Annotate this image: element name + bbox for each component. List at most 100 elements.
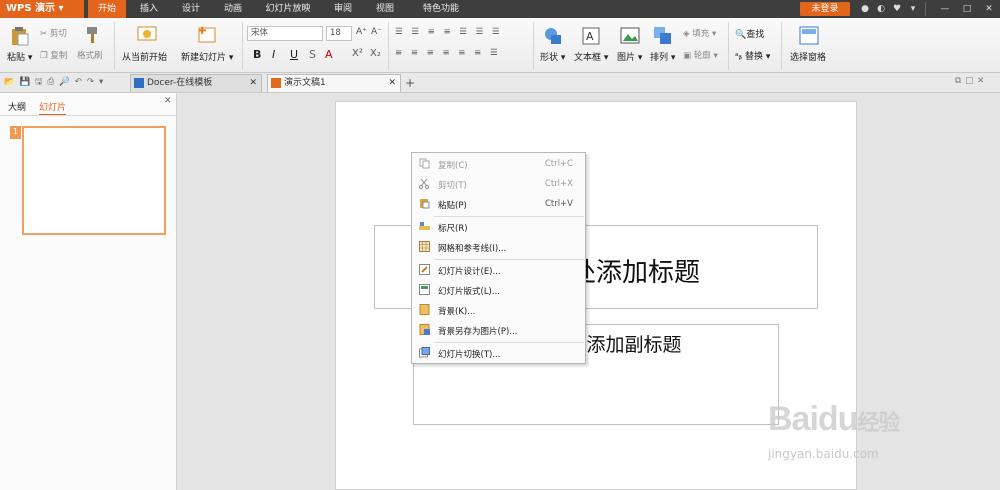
ribbon-separator — [242, 22, 243, 70]
ribbon-separator — [114, 22, 115, 70]
watermark-url: jingyan.baidu.com — [768, 447, 879, 461]
shadow-icon[interactable]: S — [309, 48, 316, 61]
slide-design-icon — [419, 264, 430, 275]
underline-icon[interactable]: U — [290, 48, 298, 61]
ribbon-separator — [388, 22, 389, 70]
help-icon[interactable]: ● — [860, 4, 870, 14]
watermark-logo: Baidu经验 — [768, 400, 900, 438]
menu-item-copy[interactable]: 复制(C) Ctrl+C — [412, 154, 585, 174]
login-button[interactable]: 未登录 — [800, 2, 850, 16]
menu-item-slide-transition[interactable]: 幻灯片切换(T)... — [412, 343, 585, 363]
tab-design[interactable]: 设计 — [172, 0, 210, 18]
app-menu-button[interactable]: WPS 演示 ▾ — [0, 0, 84, 18]
textbox-icon[interactable]: A — [582, 26, 600, 46]
font-color-icon[interactable]: A — [325, 48, 333, 61]
presentation-file-icon — [271, 78, 281, 88]
background-icon — [419, 304, 430, 315]
tab-animation[interactable]: 动画 — [214, 0, 252, 18]
app-name: WPS 演示 — [6, 3, 56, 14]
italic-icon[interactable]: I — [272, 48, 275, 61]
menu-item-cut[interactable]: 剪切(T) Ctrl+X — [412, 174, 585, 194]
subscript-icon[interactable]: X₂ — [370, 48, 381, 59]
menu-item-slide-layout[interactable]: 幻灯片版式(L)... — [412, 280, 585, 300]
copy-button[interactable]: ❐ 复制 — [40, 49, 67, 61]
picture-icon[interactable] — [620, 26, 640, 46]
shape-button[interactable]: 形状 ▾ — [540, 50, 565, 63]
ribbon-separator — [781, 22, 782, 70]
feedback-icon[interactable]: ◐ — [876, 4, 886, 14]
tab-insert[interactable]: 插入 — [130, 0, 168, 18]
paste-button[interactable]: 粘贴 ▾ — [7, 50, 32, 63]
selection-pane-button[interactable]: 选择窗格 — [790, 50, 826, 63]
title-divider — [925, 2, 926, 16]
doc-tab-docer[interactable]: Docer-在线模板 ✕ — [130, 74, 262, 92]
grid-icon — [419, 241, 430, 252]
selection-pane-icon[interactable] — [799, 26, 819, 46]
format-painter-icon[interactable] — [84, 26, 100, 44]
tab-outline[interactable]: 大纲 — [8, 100, 26, 113]
font-family-select[interactable]: 宋体 — [247, 26, 323, 41]
grow-font-icon[interactable]: A⁺ — [356, 27, 367, 37]
cut-button[interactable]: ✂ 剪切 — [40, 27, 67, 39]
menu-item-slide-design[interactable]: 幻灯片设计(E)... — [412, 260, 585, 280]
quick-access-icons[interactable]: 📂💾🖫⎙🔎↶↷▾ — [4, 76, 108, 90]
slide-layout-icon — [419, 284, 430, 295]
ribbon-separator — [728, 22, 729, 70]
paragraph-list-icons[interactable]: ☰ ☰ ≡ ≡ ☰ ☰ ☰ — [395, 27, 503, 37]
new-tab-button[interactable]: + — [405, 76, 415, 90]
close-pane-icon[interactable]: ✕ — [164, 96, 172, 106]
new-slide-icon[interactable]: ✚ — [197, 25, 219, 45]
menu-item-save-bg-image[interactable]: 背景另存为图片(P)... — [412, 320, 585, 340]
shape-icon[interactable] — [543, 26, 563, 46]
fill-button[interactable]: ◈ 填充 ▾ — [683, 27, 716, 39]
tab-slideshow[interactable]: 幻灯片放映 — [256, 0, 320, 18]
arrange-icon[interactable] — [653, 26, 673, 46]
outline-button[interactable]: ▣ 轮廓 ▾ — [683, 49, 718, 61]
find-button[interactable]: 🔍查找 — [735, 27, 764, 40]
copy-icon — [419, 158, 430, 169]
menu-item-background[interactable]: 背景(K)... — [412, 300, 585, 320]
paste-icon — [420, 199, 430, 209]
menu-item-grid[interactable]: 网格和参考线(I)... — [412, 237, 585, 257]
superscript-icon[interactable]: X² — [352, 48, 363, 59]
ribbon-separator — [533, 22, 534, 70]
play-from-current-button[interactable]: 从当前开始 — [122, 50, 167, 63]
close-tab-icon[interactable]: ✕ — [249, 75, 257, 92]
replace-button[interactable]: ᵃᵦ 替换 ▾ — [735, 49, 770, 62]
doc-window-controls[interactable]: ⧉□✕ — [955, 76, 988, 86]
slide-number-badge: 1 — [10, 126, 21, 139]
paragraph-align-icons[interactable]: ≡ ≡ ≡ ≡ ≡ ≡ ☰ — [395, 48, 501, 58]
tab-home[interactable]: 开始 — [88, 0, 126, 18]
new-slide-button[interactable]: 新建幻灯片 ▾ — [181, 50, 233, 63]
minimize-icon[interactable]: — — [940, 4, 950, 14]
close-window-icon[interactable]: ✕ — [984, 4, 994, 14]
paste-icon[interactable] — [11, 26, 29, 46]
options-icon[interactable]: ▾ — [908, 4, 918, 14]
tab-view[interactable]: 视图 — [366, 0, 404, 18]
tab-features[interactable]: 特色功能 — [410, 0, 472, 18]
cut-icon — [419, 178, 429, 189]
context-menu: 复制(C) Ctrl+C 剪切(T) Ctrl+X 粘贴(P) Ctrl+V 标尺(R… — [411, 152, 586, 364]
svg-text:✚: ✚ — [198, 26, 206, 37]
bold-icon[interactable]: B — [253, 48, 261, 61]
textbox-button[interactable]: 文本框 ▾ — [574, 50, 608, 63]
doc-tab-presentation[interactable]: 演示文稿1 ✕ — [267, 74, 401, 92]
format-painter-button[interactable]: 格式刷 — [77, 49, 103, 61]
close-tab-icon[interactable]: ✕ — [388, 75, 396, 92]
ruler-icon — [419, 222, 430, 230]
play-from-current-icon[interactable] — [137, 25, 159, 45]
docer-icon — [134, 78, 144, 88]
svg-text:A: A — [586, 30, 594, 43]
maximize-icon[interactable]: □ — [962, 4, 972, 14]
skin-icon[interactable]: ♥ — [892, 4, 902, 14]
arrange-button[interactable]: 排列 ▾ — [650, 50, 675, 63]
pane-divider — [0, 115, 177, 116]
menu-item-ruler[interactable]: 标尺(R) — [412, 217, 585, 237]
font-size-select[interactable]: 18 — [326, 26, 352, 41]
menu-item-paste[interactable]: 粘贴(P) Ctrl+V — [412, 194, 585, 214]
tab-review[interactable]: 审阅 — [324, 0, 362, 18]
tab-slides[interactable]: 幻灯片 — [39, 100, 67, 116]
picture-button[interactable]: 图片 ▾ — [617, 50, 642, 63]
slide-thumbnail[interactable] — [22, 126, 166, 235]
shrink-font-icon[interactable]: A⁻ — [371, 27, 382, 37]
